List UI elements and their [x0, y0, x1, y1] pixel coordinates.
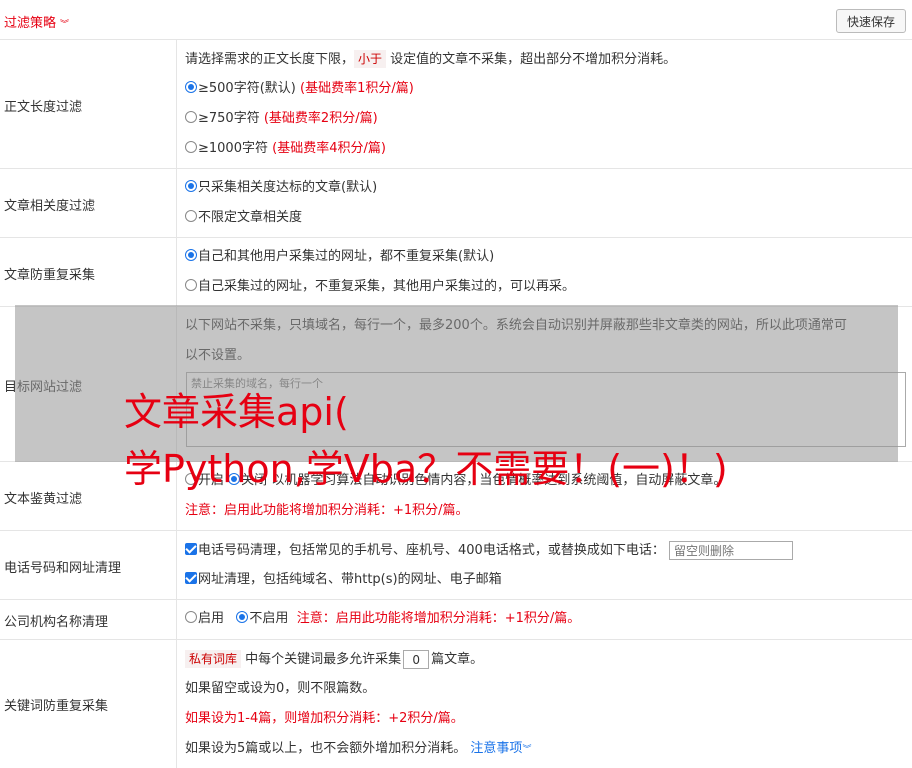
- watermark-text-line2: 学Python,学Vba？不需要！(一)！): [124, 447, 728, 491]
- length-filter-desc: 请选择需求的正文长度下限， 小于 设定值的文章不采集，超出部分不增加积分消耗。: [185, 50, 677, 68]
- keyword-filter-label: 关键词防重复采集: [4, 699, 109, 714]
- less-than-tag: 小于: [354, 50, 387, 68]
- keyword-note-cost: 如果设为1-4篇，则增加积分消耗：+2积分/篇。: [185, 711, 464, 726]
- relevance-filter-label: 文章相关度过滤: [4, 199, 96, 214]
- radio-selected[interactable]: [185, 180, 197, 192]
- company-filter-label: 公司机构名称清理: [4, 615, 109, 630]
- length-filter-label: 正文长度过滤: [4, 100, 83, 115]
- site-filter-label: 目标网站过滤: [4, 380, 83, 395]
- radio-unselected[interactable]: [185, 611, 197, 623]
- quick-save-button[interactable]: 快速保存: [836, 9, 906, 33]
- company-option-on[interactable]: 启用: [185, 611, 224, 626]
- chevron-down-icon: ︾: [60, 20, 70, 30]
- relevance-filter-section: 文章相关度过滤: [0, 169, 912, 238]
- porn-filter-note: 注意：启用此功能将增加积分消耗：+1积分/篇。: [185, 503, 469, 518]
- watermark-text-line1: 文章采集api(: [124, 390, 349, 434]
- radio-selected[interactable]: [185, 249, 197, 261]
- dup-option-self[interactable]: 自己采集过的网址，不重复采集，其他用户采集过的，可以再采。: [185, 278, 575, 296]
- filter-policy-title[interactable]: 过滤策略 ︾: [4, 12, 69, 31]
- max-articles-input[interactable]: [403, 650, 430, 669]
- keyword-limit-line: 私有词库 中每个关键词最多允许采集篇文章。: [185, 650, 483, 669]
- radio-unselected[interactable]: [185, 210, 197, 222]
- url-clean-option[interactable]: 网址清理，包括纯域名、带http(s)的网址、电子邮箱: [185, 571, 502, 589]
- radio-selected[interactable]: [185, 81, 197, 93]
- length-option-500[interactable]: ≥500字符(默认) (基础费率1积分/篇): [185, 80, 414, 98]
- radio-unselected[interactable]: [185, 111, 197, 123]
- relevance-option-unlimited[interactable]: 不限定文章相关度: [185, 209, 302, 227]
- notice-link[interactable]: 注意事项︾: [470, 741, 531, 756]
- relevance-option-qualified[interactable]: 只采集相关度达标的文章(默认): [185, 179, 377, 197]
- site-filter-desc-line1: 以下网站不采集，只填域名，每行一个，最多200个。系统会自动识别并屏蔽那些非文章…: [185, 318, 847, 333]
- length-option-750[interactable]: ≥750字符 (基础费率2积分/篇): [185, 110, 378, 128]
- radio-unselected[interactable]: [185, 279, 197, 291]
- keyword-note-unlimited: 如果留空或设为0，则不限篇数。: [185, 681, 376, 696]
- phone-filter-label: 电话号码和网址清理: [4, 561, 122, 576]
- company-option-off[interactable]: 不启用: [236, 611, 288, 626]
- company-filter-options: 启用 不启用 注意：启用此功能将增加积分消耗：+1积分/篇。: [185, 610, 580, 628]
- checkbox-checked[interactable]: [185, 543, 197, 555]
- phone-clean-option[interactable]: 电话号码清理，包括常见的手机号、座机号、400电话格式，或替换成如下电话：: [185, 541, 793, 560]
- dup-filter-label: 文章防重复采集: [4, 268, 96, 283]
- radio-unselected[interactable]: [185, 141, 197, 153]
- checkbox-checked[interactable]: [185, 572, 197, 584]
- dup-option-all[interactable]: 自己和其他用户采集过的网址，都不重复采集(默认): [185, 248, 494, 266]
- radio-selected[interactable]: [236, 611, 249, 623]
- replacement-phone-input[interactable]: [668, 541, 793, 560]
- chevron-down-icon: ︾: [522, 745, 532, 755]
- porn-filter-label: 文本鉴黄过滤: [4, 492, 83, 507]
- keyword-note-free: 如果设为5篇或以上，也不会额外增加积分消耗。 注意事项︾: [185, 741, 532, 756]
- filter-policy-header: 过滤策略 ︾ 快速保存: [0, 0, 912, 40]
- site-filter-desc-line2: 以不设置。: [185, 348, 251, 363]
- length-option-1000[interactable]: ≥1000字符 (基础费率4积分/篇): [185, 140, 386, 158]
- private-dictionary-tag[interactable]: 私有词库: [185, 650, 242, 668]
